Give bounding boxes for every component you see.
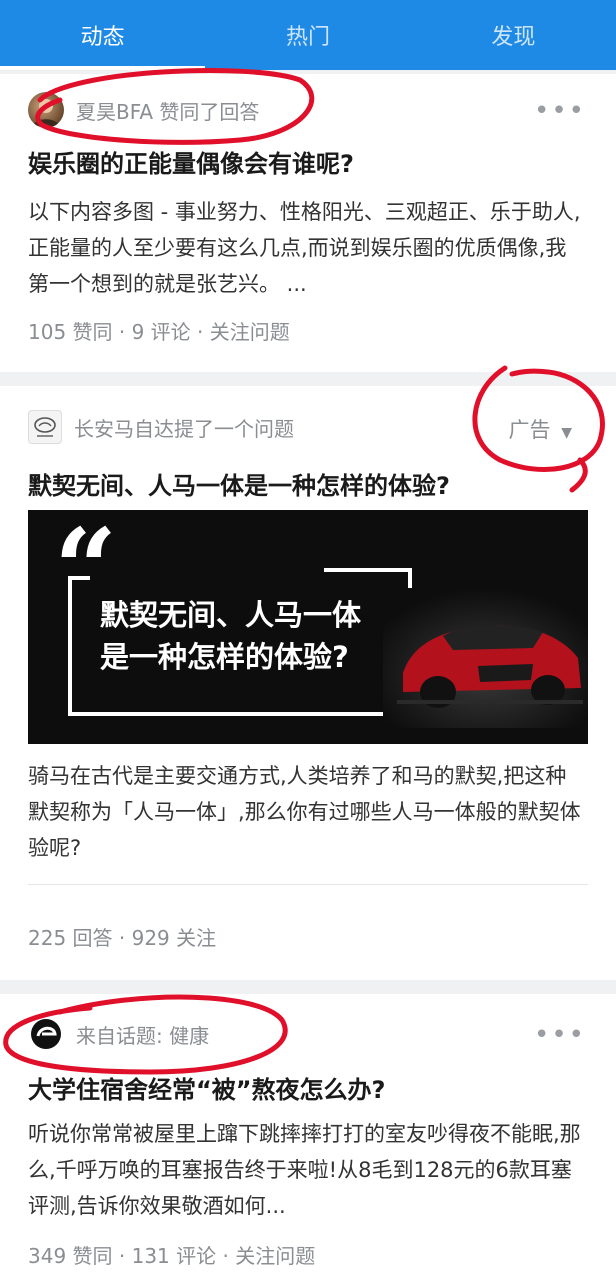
card-meta-text[interactable]: 长安马自达提了一个问题	[74, 413, 294, 442]
avatar[interactable]	[28, 92, 64, 128]
card-meta-row: 夏昊BFA 赞同了回答	[28, 92, 259, 128]
more-options-icon[interactable]: •••	[534, 96, 586, 126]
article-excerpt[interactable]: 听说你常常被屋里上蹿下跳摔摔打打的室友吵得夜不能眠,那么,千呼万唤的耳塞报告终于…	[28, 1116, 586, 1224]
ad-label[interactable]: 广告 ▼	[509, 414, 572, 444]
card-stats[interactable]: 349 赞同 · 131 评论 · 关注问题	[28, 1240, 315, 1269]
brand-logo-icon[interactable]	[28, 410, 62, 444]
red-car-image	[383, 588, 588, 728]
card-stats[interactable]: 105 赞同 · 9 评论 · 关注问题	[28, 316, 290, 345]
topic-icon[interactable]	[28, 1016, 64, 1052]
more-options-icon[interactable]: •••	[534, 1020, 586, 1050]
answer-excerpt[interactable]: 以下内容多图 - 事业努力、性格阳光、三观超正、乐于助人,正能量的人至少要有这么…	[28, 194, 586, 302]
card-meta-row: 来自话题: 健康	[28, 1016, 209, 1052]
card-stats[interactable]: 225 回答 · 929 关注	[28, 922, 216, 951]
ad-banner-image[interactable]: “ 默契无间、人马一体 是一种怎样的体验?	[28, 510, 588, 744]
card-meta-text[interactable]: 夏昊BFA 赞同了回答	[76, 96, 259, 125]
tab-discover[interactable]: 发现	[411, 0, 616, 70]
feed-card-3[interactable]: 来自话题: 健康 ••• 大学住宿舍经常“被”熬夜怎么办? 听说你常常被屋里上蹿…	[0, 994, 616, 1280]
divider	[28, 884, 588, 885]
feed-card-ad[interactable]: 长安马自达提了一个问题 广告 ▼ 默契无间、人马一体是一种怎样的体验? “ 默契…	[0, 386, 616, 980]
tab-dynamics[interactable]: 动态	[0, 0, 206, 70]
question-description[interactable]: 骑马在古代是主要交通方式,人类培养了和马的默契,把这种默契称为「人马一体」,那么…	[28, 758, 586, 866]
banner-text-line-2: 是一种怎样的体验?	[100, 640, 349, 674]
ad-label-text: 广告	[508, 418, 551, 442]
tab-hot[interactable]: 热门	[205, 0, 410, 70]
card-meta-row: 长安马自达提了一个问题	[28, 410, 294, 444]
question-title[interactable]: 默契无间、人马一体是一种怎样的体验?	[28, 466, 588, 501]
card-meta-text[interactable]: 来自话题: 健康	[76, 1020, 209, 1049]
question-title[interactable]: 娱乐圈的正能量偶像会有谁呢?	[28, 144, 588, 179]
question-title[interactable]: 大学住宿舍经常“被”熬夜怎么办?	[28, 1070, 588, 1105]
top-tab-bar: 动态 热门 发现	[0, 0, 616, 70]
feed-card-1[interactable]: 夏昊BFA 赞同了回答 ••• 娱乐圈的正能量偶像会有谁呢? 以下内容多图 - …	[0, 74, 616, 372]
chevron-down-icon: ▼	[561, 425, 572, 441]
banner-text-line-1: 默契无间、人马一体	[100, 598, 362, 632]
